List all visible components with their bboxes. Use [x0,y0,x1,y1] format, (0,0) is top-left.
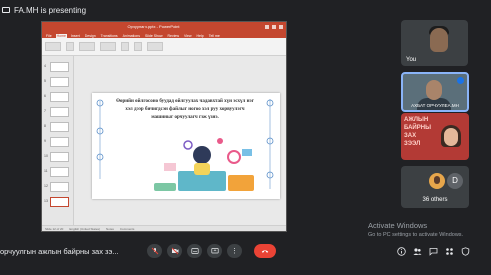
slide-number: 4 [44,64,46,68]
presenter-label: FA.MH is presenting [14,5,87,15]
slide-editor: Өөрийн өйлгосоно буудад өйлгуулах чадавх… [74,56,286,225]
close-icon [279,24,283,29]
activities-icon[interactable] [445,247,454,256]
more-vert-icon: ⋮ [231,247,238,255]
ppt-tab: File [46,34,52,38]
participant-name: You [406,57,417,63]
editing-group-icon [147,42,163,51]
slide-thumbnail [50,137,69,147]
comments-status: Comments [119,226,135,231]
background-text: БАЙРНЫ [404,125,431,131]
current-slide: Өөрийн өйлгосоно буудад өйлгуулах чадавх… [92,93,280,199]
ppt-tab: Insert [70,34,80,38]
ppt-tab: Slide Show [144,34,163,38]
camera-off-icon [171,247,178,255]
language-status: English (United States) [69,226,101,231]
background-text: ЗАХ [404,133,417,139]
paste-icon [45,42,61,51]
slide-body-text: Өөрийн өйлгосоно буудад өйлгуулах чадавх… [116,99,254,120]
background-text: ЗЭЭЛ [404,141,421,147]
ppt-tab: Review [167,34,179,38]
camera-button[interactable] [167,244,182,258]
bottom-bar: орчуулгын ажлын байрны зах зэ... ⋮ [0,241,491,263]
slide-number: 13 [44,199,48,203]
slide-thumbnail-selected [50,197,69,207]
avatar [429,173,445,189]
slide-number: 5 [44,79,46,83]
avatar: D [447,173,463,189]
ppt-tab: Help [196,34,204,38]
others-count: 36 others [422,197,448,203]
present-screen-icon [2,7,10,13]
new-slide-icon [66,42,74,51]
arrange-icon [134,42,142,51]
meet-window: FA.MH is presenting Орчуулагч.pptx - Pow… [0,0,491,275]
end-call-icon [261,250,269,253]
slide-thumbnail [50,167,69,177]
tile-you[interactable]: You [401,20,468,66]
ppt-status-bar: Slide 12 of 20 English (United States) N… [42,225,286,231]
slide-thumbnail [50,182,69,192]
slide-thumbnail [50,152,69,162]
slide-counter: Slide 12 of 20 [45,226,64,231]
paragraph-group-icon [100,42,116,51]
ppt-tab: Tell me [208,34,220,38]
slide-number: 6 [44,94,46,98]
tile-others[interactable]: D 36 others [401,166,469,208]
end-call-button[interactable] [254,244,276,258]
participant-name: АХБАТ ОРЧУУЛЕА.МН [411,103,459,108]
presenter-indicator: FA.MH is presenting [0,3,86,17]
activate-windows-subtitle: Go to PC settings to activate Windows. [368,232,464,238]
shared-screen: Орчуулагч.pptx - PowerPoint File Home In… [41,21,287,232]
speaking-indicator-icon [457,77,464,84]
info-icon[interactable] [397,247,406,256]
shapes-icon [121,42,129,51]
present-button[interactable] [207,244,222,258]
background-text: АЖЛЫН [404,117,429,123]
mic-button[interactable] [147,244,162,258]
chat-icon[interactable] [429,247,438,256]
slide-thumbnail [50,62,69,72]
people-icon[interactable] [413,247,422,256]
more-options-button[interactable]: ⋮ [227,244,242,258]
font-group-icon [79,42,95,51]
tile-active-speaker[interactable]: АХБАТ ОРЧУУЛЕА.МН [401,72,469,112]
slide-number: 12 [44,184,48,188]
ppt-ribbon [42,38,286,56]
minimize-icon [265,24,269,29]
slide-number: 11 [44,169,48,173]
captions-button[interactable] [187,244,202,258]
meeting-name: орчуулгын ажлын байрны зах зэ... [0,247,119,256]
ppt-tab: Home [55,34,67,38]
slide-thumbnail [50,122,69,132]
participant-video [426,80,442,100]
tile-participant[interactable]: АЖЛЫН БАЙРНЫ ЗАХ ЗЭЭЛ [401,113,469,160]
captions-icon [190,248,199,254]
notes-status: Notes [106,226,114,231]
ppt-tab: Animations [122,34,140,38]
ppt-tab: Transitions [100,34,118,38]
slide-thumbnail [50,107,69,117]
slide-number: 10 [44,154,48,158]
participant-video [444,128,458,146]
mic-off-icon [151,247,158,255]
slide-number: 8 [44,124,46,128]
participant-video [430,28,448,52]
maximize-icon [272,24,276,29]
activate-windows-title: Activate Windows [368,221,428,230]
slide-number: 7 [44,109,46,113]
host-controls-icon[interactable] [461,247,470,256]
present-screen-icon [210,248,219,254]
ppt-tab: Design [84,34,96,38]
ppt-ribbon-tabs: File Home Insert Design Transitions Anim… [42,31,286,38]
ppt-window-title: Орчуулагч.pptx - PowerPoint [127,24,180,29]
slide-number: 9 [44,139,46,143]
slide-thumbnail [50,77,69,87]
slide-thumbnail-pane: 4 5 6 7 8 9 10 11 12 13 [42,56,74,225]
ppt-titlebar: Орчуулагч.pptx - PowerPoint [42,22,286,31]
slide-thumbnail [50,92,69,102]
ppt-tab: View [183,34,192,38]
